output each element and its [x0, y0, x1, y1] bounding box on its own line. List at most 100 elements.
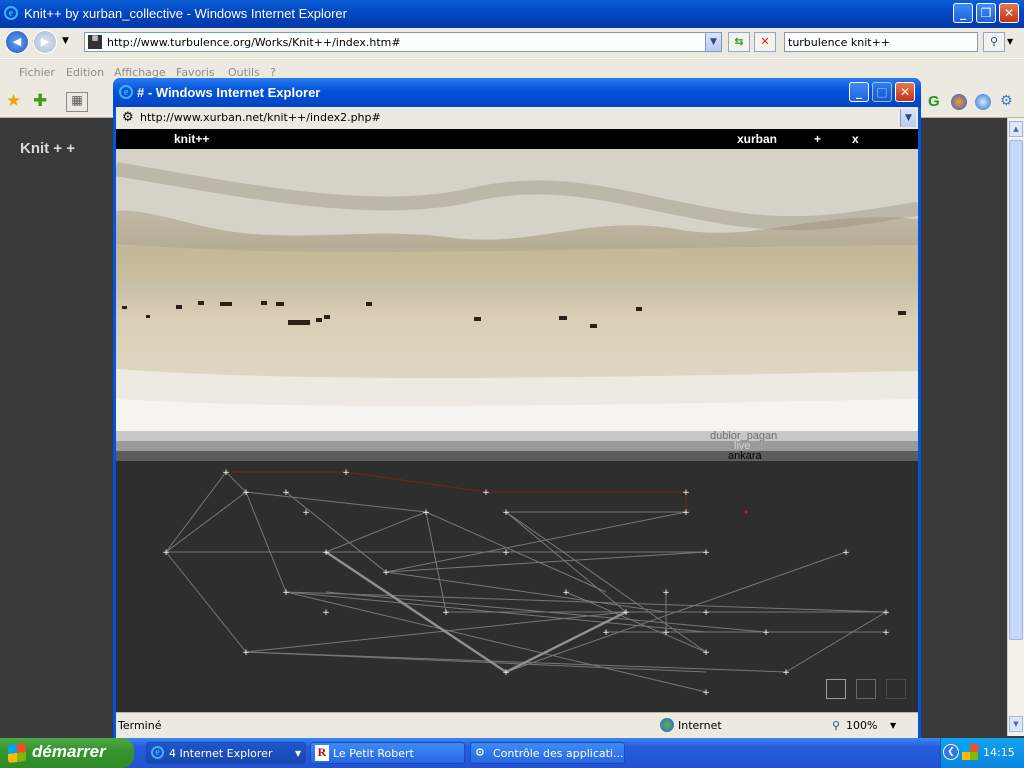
- address-dropdown-icon[interactable]: ▼: [705, 33, 721, 51]
- start-label: démarrer: [32, 742, 106, 761]
- svg-text:+: +: [382, 568, 390, 578]
- forward-button[interactable]: ▶: [33, 30, 57, 54]
- address-toolbar: ◀ ▶ ▼ ▦ http://www.turbulence.org/Works/…: [0, 28, 1024, 58]
- page-scrollbar[interactable]: ▲ ▼: [1007, 118, 1024, 736]
- task-group-dropdown-icon[interactable]: ▼: [295, 749, 301, 758]
- refresh-icon[interactable]: ⇆: [728, 32, 750, 52]
- search-icon[interactable]: ⚲: [983, 32, 1005, 52]
- svg-text:+: +: [662, 628, 670, 638]
- add-favorite-icon[interactable]: ✚: [33, 91, 47, 111]
- g-icon[interactable]: G: [928, 93, 940, 110]
- stop-icon[interactable]: ✕: [754, 32, 776, 52]
- scroll-down-icon[interactable]: ▼: [1009, 716, 1023, 732]
- plus-link[interactable]: +: [814, 132, 821, 146]
- zoom-icon[interactable]: ⚲: [832, 719, 840, 732]
- location-label-ankara[interactable]: ankara: [728, 451, 762, 462]
- svg-text:+: +: [842, 548, 850, 558]
- svg-text:+: +: [702, 548, 710, 558]
- scroll-up-icon[interactable]: ▲: [1009, 121, 1023, 137]
- home-icon[interactable]: [951, 94, 967, 110]
- location-strip-3[interactable]: ankara: [116, 451, 918, 462]
- tray-expand-icon[interactable]: ❮: [943, 744, 959, 760]
- popup-address-dropdown-icon[interactable]: ▼: [900, 109, 916, 127]
- windows-update-icon[interactable]: [962, 744, 978, 760]
- quick-tabs-icon[interactable]: ▦: [66, 92, 88, 112]
- landscape-photo: [116, 149, 918, 431]
- svg-text:+: +: [702, 648, 710, 658]
- minimize-button[interactable]: _: [953, 3, 973, 23]
- address-url: http://www.turbulence.org/Works/Knit++/i…: [107, 36, 401, 49]
- ie-icon: e: [4, 6, 18, 20]
- back-button[interactable]: ◀: [5, 30, 29, 54]
- petit-robert-icon: R: [315, 745, 329, 761]
- svg-text:+: +: [762, 628, 770, 638]
- site-title: Knit + +: [20, 140, 76, 157]
- popup-close-button[interactable]: ✕: [895, 82, 915, 102]
- history-dropdown-icon[interactable]: ▼: [62, 36, 69, 46]
- menu-fichier[interactable]: Fichier: [19, 66, 55, 79]
- popup-title: # - Windows Internet Explorer: [137, 85, 321, 100]
- svg-text:+: +: [282, 488, 290, 498]
- zoom-dropdown-icon[interactable]: ▼: [890, 721, 896, 730]
- favorites-star-icon[interactable]: ★: [6, 91, 21, 111]
- svg-text:+: +: [502, 508, 510, 518]
- xurban-link[interactable]: xurban: [737, 132, 777, 146]
- svg-text:+: +: [242, 648, 250, 658]
- view-square-1[interactable]: [826, 679, 846, 699]
- popup-minimize-button[interactable]: _: [849, 82, 869, 102]
- main-window-title: Knit++ by xurban_collective - Windows In…: [24, 6, 347, 21]
- search-dropdown-icon[interactable]: ▼: [1007, 37, 1013, 46]
- popup-page: knit++ xurban + x dublor_pagan live anka…: [116, 129, 918, 712]
- view-square-2[interactable]: [856, 679, 876, 699]
- svg-text:+: +: [702, 688, 710, 698]
- svg-text:+: +: [322, 548, 330, 558]
- task-label: Contrôle des applicati...: [493, 747, 624, 760]
- status-zoom[interactable]: 100%: [846, 719, 877, 732]
- tools-gear-icon[interactable]: ⚙: [1000, 93, 1013, 109]
- control-panel-icon: ⚙: [475, 746, 485, 759]
- svg-text:+: +: [702, 608, 710, 618]
- svg-text:+: +: [322, 608, 330, 618]
- popup-window: e # - Windows Internet Explorer _ □ ✕ ⚙ …: [113, 78, 921, 738]
- popup-page-icon: ⚙: [122, 110, 134, 125]
- menu-edition[interactable]: Edition: [66, 66, 104, 79]
- popup-maximize-button[interactable]: □: [872, 82, 892, 102]
- address-bar[interactable]: ▦ http://www.turbulence.org/Works/Knit++…: [84, 32, 722, 52]
- svg-text:+: +: [302, 508, 310, 518]
- start-button[interactable]: démarrer: [0, 738, 134, 768]
- task-label: Le Petit Robert: [333, 747, 414, 760]
- svg-text:+: +: [502, 548, 510, 558]
- svg-text:+: +: [682, 488, 690, 498]
- location-strip-2[interactable]: live: [116, 441, 918, 452]
- popup-titlebar[interactable]: e # - Windows Internet Explorer _ □ ✕: [113, 78, 921, 107]
- system-tray: ❮ 14:15: [940, 738, 1024, 768]
- status-text: Terminé: [118, 719, 162, 732]
- search-input[interactable]: turbulence knit++: [784, 32, 978, 52]
- svg-text:+: +: [502, 668, 510, 678]
- site-logo[interactable]: knit++: [174, 132, 209, 146]
- print-icon[interactable]: [975, 94, 991, 110]
- svg-text:+: +: [482, 488, 490, 498]
- svg-text:+: +: [222, 468, 230, 478]
- main-window-titlebar[interactable]: e Knit++ by xurban_collective - Windows …: [0, 0, 1024, 28]
- task-internet-explorer[interactable]: e 4 Internet Explorer ▼: [146, 742, 306, 764]
- location-strip-1[interactable]: dublor_pagan: [116, 431, 918, 442]
- graph-nodes[interactable]: + + + + + + + + + + + + + + + + + + + + + + + + + + + + + + +…: [162, 468, 890, 698]
- svg-text:+: +: [602, 628, 610, 638]
- task-ie-icon: e: [151, 746, 164, 759]
- svg-text:+: +: [162, 548, 170, 558]
- network-graph[interactable]: + + + + + + + + + + + + + + + + + + + + + + + + + + + + + + +…: [116, 461, 918, 712]
- task-controle-applications[interactable]: ⚙ Contrôle des applicati...: [470, 742, 625, 764]
- view-square-3[interactable]: [886, 679, 906, 699]
- popup-address-bar[interactable]: ⚙ http://www.xurban.net/knit++/index2.ph…: [116, 107, 918, 129]
- restore-button[interactable]: ❐: [976, 3, 996, 23]
- close-button[interactable]: ✕: [999, 3, 1019, 23]
- svg-text:+: +: [282, 588, 290, 598]
- close-link[interactable]: x: [852, 132, 859, 146]
- popup-status-bar: Terminé Internet ⚲ 100% ▼: [116, 712, 918, 738]
- task-petit-robert[interactable]: R Le Petit Robert: [310, 742, 465, 764]
- status-zone: Internet: [678, 719, 722, 732]
- clock[interactable]: 14:15: [983, 746, 1015, 759]
- scroll-thumb[interactable]: [1009, 140, 1023, 640]
- popup-address-url: http://www.xurban.net/knit++/index2.php#: [140, 111, 381, 124]
